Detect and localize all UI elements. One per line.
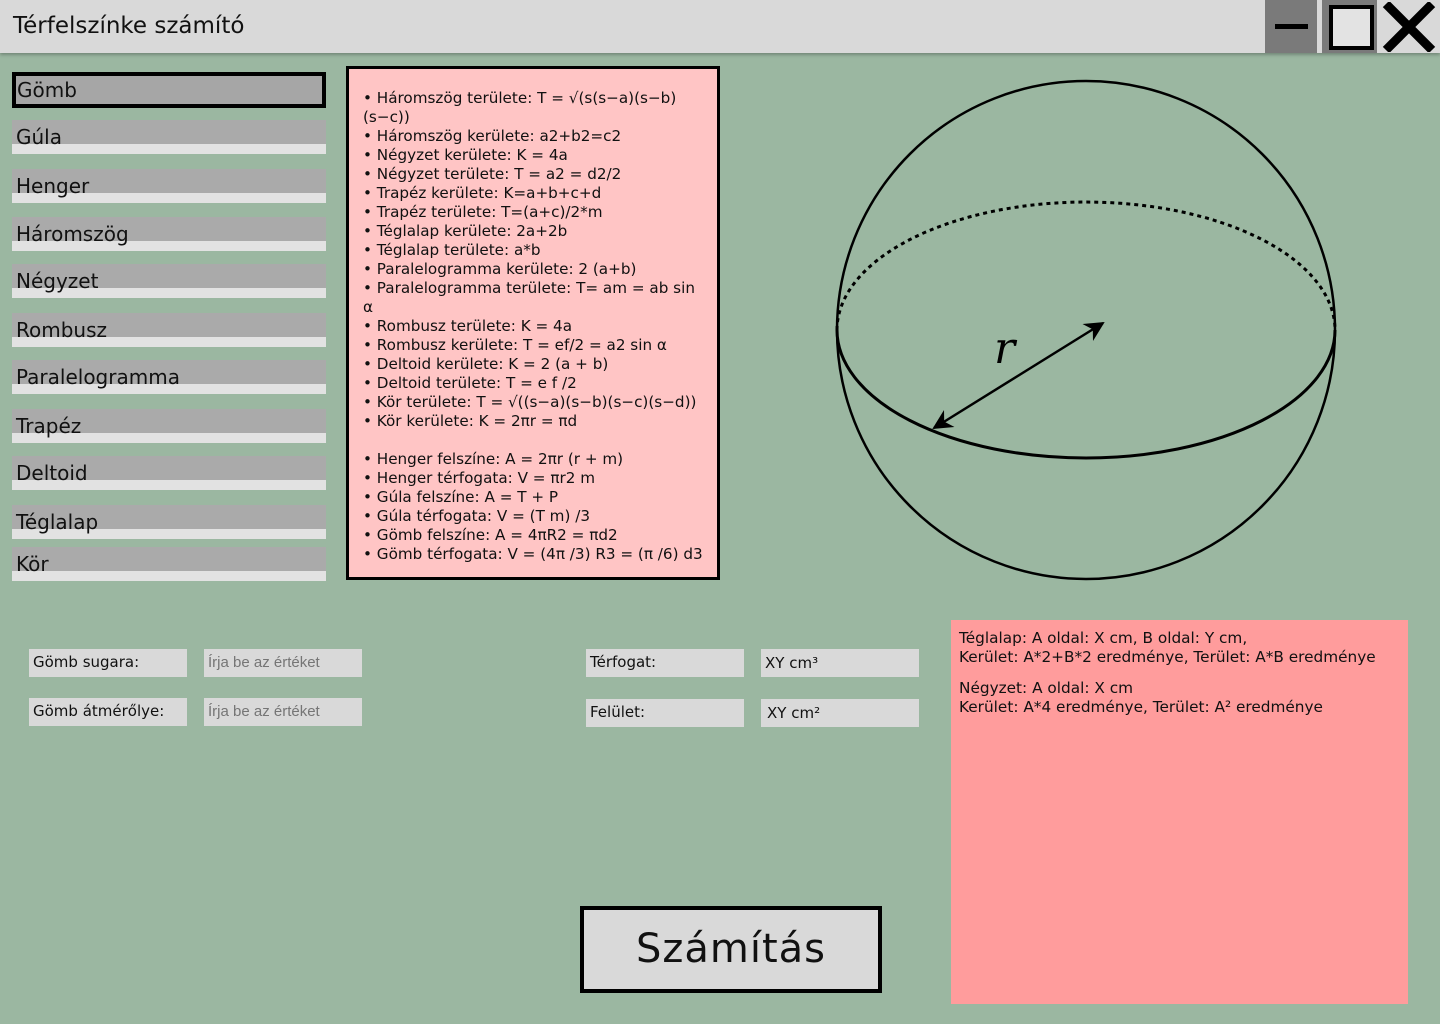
surface-label: Felület: [586, 699, 744, 727]
formula-item: Téglalap területe: a*b [363, 241, 703, 260]
menu-item-paralelogramma[interactable]: Paralelogramma [12, 360, 326, 394]
formula-item: Gúla felszíne: A = T + P [363, 488, 703, 507]
formula-item: Háromszög területe: T = √(s(s−a)(s−b)(s−… [363, 89, 703, 127]
radius-label: Gömb sugara: [29, 649, 187, 677]
menu-item-negyzet[interactable]: Négyzet [12, 264, 326, 298]
volume-label: Térfogat: [586, 649, 744, 677]
formula-item: Paralelogramma területe: T= am = ab sin … [363, 279, 703, 317]
menu-item-teglalap[interactable]: Téglalap [12, 505, 326, 539]
menu-item-deltoid[interactable]: Deltoid [12, 456, 326, 490]
diameter-input[interactable] [204, 698, 362, 726]
sphere-diagram: r [835, 79, 1337, 581]
equator-back [835, 200, 1337, 331]
maximize-button[interactable] [1322, 0, 1377, 53]
menu-item-label: Négyzet [16, 269, 99, 293]
radius-input[interactable] [204, 649, 362, 677]
menu-item-label: Paralelogramma [16, 365, 180, 389]
formula-item: Trapéz kerülete: K=a+b+c+d [363, 184, 703, 203]
formula-item: Kör területe: T = √((s−a)(s−b)(s−c)(s−d)… [363, 393, 703, 412]
plane-formulas: Háromszög területe: T = √(s(s−a)(s−b)(s−… [363, 89, 703, 431]
menu-item-gula[interactable]: Gúla [12, 120, 326, 154]
minimize-button[interactable] [1265, 0, 1317, 53]
formula-item: Gúla térfogata: V = (T m) /3 [363, 507, 703, 526]
sphere-outline [835, 79, 1337, 581]
formula-item: Paralelogramma kerülete: 2 (a+b) [363, 260, 703, 279]
menu-item-label: Rombusz [16, 318, 108, 342]
minimize-icon [1275, 24, 1308, 29]
rectangle-info: Téglalap: A oldal: X cm, B oldal: Y cm, … [959, 629, 1376, 666]
radius-arrow [932, 321, 1105, 430]
radius-label: r [994, 323, 1018, 374]
menu-item-henger[interactable]: Henger [12, 169, 326, 203]
surface-output: XY cm² [761, 699, 919, 727]
formula-item: Gömb felszíne: A = 4πR2 = πd2 [363, 526, 703, 545]
formula-item: Háromszög kerülete: a2+b2=c2 [363, 127, 703, 146]
formula-item: Rombusz kerülete: T = ef/2 = a2 sin α [363, 336, 703, 355]
calculate-button[interactable]: Számítás [580, 906, 882, 993]
menu-item-kor[interactable]: Kör [12, 547, 326, 581]
close-button[interactable] [1378, 0, 1440, 53]
menu-item-label: Deltoid [16, 461, 88, 485]
formula-item: Henger térfogata: V = πr2 m [363, 469, 703, 488]
formula-item: Négyzet területe: T = a2 = d2/2 [363, 165, 703, 184]
formula-item: Henger felszíne: A = 2πr (r + m) [363, 450, 703, 469]
menu-item-label: Kör [16, 552, 49, 576]
formula-item: Téglalap kerülete: 2a+2b [363, 222, 703, 241]
formula-item: Kör kerülete: K = 2πr = πd [363, 412, 703, 431]
info-panel: Téglalap: A oldal: X cm, B oldal: Y cm, … [951, 620, 1408, 1004]
formula-item: Deltoid területe: T = e f /2 [363, 374, 703, 393]
formula-item: Rombusz területe: K = 4a [363, 317, 703, 336]
menu-item-label: Henger [16, 174, 90, 198]
formula-item: Gömb térfogata: V = (4π /3) R3 = (π /6) … [363, 545, 703, 564]
formula-item: Deltoid kerülete: K = 2 (a + b) [363, 355, 703, 374]
menu-item-trapez[interactable]: Trapéz [12, 409, 326, 443]
maximize-icon [1329, 5, 1374, 50]
menu-item-label: Háromszög [16, 222, 129, 246]
menu-item-label: Gömb [17, 78, 77, 102]
menu-item-label: Téglalap [16, 510, 99, 534]
equator-front [835, 329, 1337, 460]
title-bar: Térfelszínke számító [0, 0, 1440, 53]
diameter-label: Gömb átmérőlye: [29, 698, 187, 726]
menu-item-label: Gúla [16, 125, 62, 149]
formula-item: Négyzet kerülete: K = 4a [363, 146, 703, 165]
menu-item-rombusz[interactable]: Rombusz [12, 313, 326, 347]
square-info: Négyzet: A oldal: X cm Kerület: A*4 ered… [959, 679, 1323, 716]
close-icon [1382, 2, 1436, 52]
window-title: Térfelszínke számító [13, 13, 245, 39]
formula-item: Trapéz területe: T=(a+c)/2*m [363, 203, 703, 222]
formula-list: Háromszög területe: T = √(s(s−a)(s−b)(s−… [346, 66, 720, 580]
menu-item-gomb[interactable]: Gömb [12, 72, 326, 108]
menu-item-haromszog[interactable]: Háromszög [12, 217, 326, 251]
solid-formulas: Henger felszíne: A = 2πr (r + m) Henger … [363, 450, 703, 564]
volume-output: XY cm³ [761, 649, 919, 677]
menu-item-label: Trapéz [16, 414, 82, 438]
